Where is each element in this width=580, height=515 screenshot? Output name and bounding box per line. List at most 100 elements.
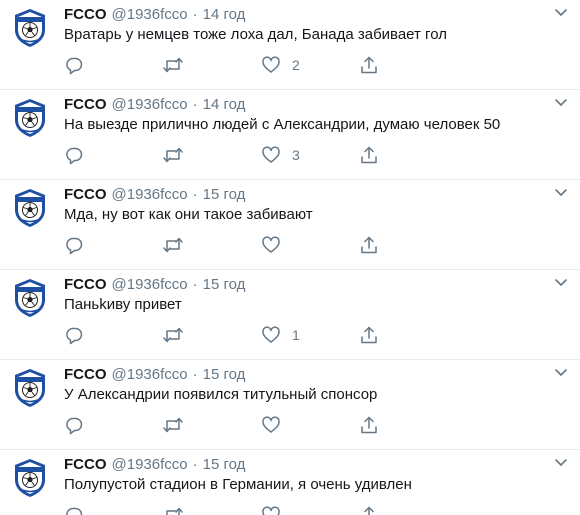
share-button[interactable] bbox=[359, 234, 379, 256]
tweet-header: FCCO @1936fcco · 15 год bbox=[64, 274, 245, 294]
separator-dot: · bbox=[192, 185, 198, 203]
chevron-down-icon[interactable] bbox=[554, 8, 568, 18]
tweet-time[interactable]: 15 год bbox=[203, 276, 246, 293]
author-name[interactable]: FCCO bbox=[64, 456, 107, 473]
reply-button[interactable] bbox=[64, 324, 95, 346]
retweet-button[interactable] bbox=[162, 504, 195, 515]
heart-icon bbox=[262, 56, 280, 73]
tweet-header: FCCO @1936fcco · 15 год bbox=[64, 454, 245, 474]
tweet[interactable]: FCCO @1936fcco · 15 год У Александрии по… bbox=[0, 360, 580, 450]
avatar[interactable] bbox=[10, 368, 50, 408]
avatar[interactable] bbox=[10, 188, 50, 228]
tweet[interactable]: FCCO @1936fcco · 15 год Полупустой стади… bbox=[0, 450, 580, 515]
retweet-icon bbox=[166, 507, 183, 515]
tweet-time[interactable]: 15 год bbox=[203, 456, 246, 473]
retweet-icon bbox=[163, 327, 183, 343]
reply-icon bbox=[66, 507, 83, 515]
author-handle[interactable]: @1936fcco bbox=[112, 366, 188, 383]
tweet-text: Вратарь у немцев тоже лоха дал, Банада з… bbox=[64, 26, 447, 43]
share-button[interactable] bbox=[359, 504, 379, 515]
club-crest-icon bbox=[15, 369, 45, 407]
tweet-text: Паньkиву привет bbox=[64, 296, 182, 313]
chevron-down-icon[interactable] bbox=[554, 188, 568, 198]
share-icon bbox=[361, 56, 377, 74]
avatar[interactable] bbox=[10, 98, 50, 138]
separator-dot: · bbox=[192, 455, 198, 473]
separator-dot: · bbox=[192, 275, 198, 293]
tweet[interactable]: FCCO @1936fcco · 15 год Паньkиву привет bbox=[0, 270, 580, 360]
author-name[interactable]: FCCO bbox=[64, 366, 107, 383]
tweet-text: Полупустой стадион в Германии, я очень у… bbox=[64, 476, 412, 493]
tweet-header: FCCO @1936fcco · 15 год bbox=[64, 364, 245, 384]
share-button[interactable] bbox=[359, 54, 379, 76]
reply-button[interactable] bbox=[64, 414, 95, 436]
share-icon bbox=[361, 146, 377, 164]
tweet-actions: 3 bbox=[64, 144, 404, 166]
tweet-header: FCCO @1936fcco · 14 год bbox=[64, 4, 245, 24]
tweet-actions bbox=[64, 414, 404, 436]
separator-dot: · bbox=[192, 5, 198, 23]
author-name[interactable]: FCCO bbox=[64, 276, 107, 293]
author-handle[interactable]: @1936fcco bbox=[112, 96, 188, 113]
separator-dot: · bbox=[192, 95, 198, 113]
tweet-time[interactable]: 14 год bbox=[203, 96, 246, 113]
chevron-down-icon[interactable] bbox=[554, 458, 568, 468]
author-handle[interactable]: @1936fcco bbox=[112, 456, 188, 473]
avatar[interactable] bbox=[10, 278, 50, 318]
avatar[interactable] bbox=[10, 8, 50, 48]
share-button[interactable] bbox=[359, 414, 379, 436]
retweet-icon bbox=[163, 147, 183, 163]
reply-button[interactable] bbox=[64, 54, 95, 76]
author-name[interactable]: FCCO bbox=[64, 186, 107, 203]
like-button[interactable]: 3 bbox=[261, 144, 300, 166]
retweet-icon bbox=[163, 237, 183, 253]
like-button[interactable]: 1 bbox=[261, 324, 300, 346]
like-button[interactable] bbox=[261, 234, 292, 256]
retweet-button[interactable] bbox=[162, 324, 195, 346]
avatar[interactable] bbox=[10, 458, 50, 498]
reply-button[interactable] bbox=[64, 504, 95, 515]
share-icon bbox=[361, 326, 377, 344]
reply-icon bbox=[66, 417, 83, 435]
share-icon bbox=[361, 416, 377, 434]
chevron-down-icon[interactable] bbox=[554, 278, 568, 288]
author-handle[interactable]: @1936fcco bbox=[112, 186, 188, 203]
tweet-actions bbox=[64, 234, 404, 256]
tweet[interactable]: FCCO @1936fcco · 14 год Вратарь у немцев… bbox=[0, 0, 580, 90]
author-name[interactable]: FCCO bbox=[64, 96, 107, 113]
heart-icon bbox=[262, 326, 280, 343]
share-button[interactable] bbox=[359, 324, 379, 346]
reply-button[interactable] bbox=[64, 144, 95, 166]
retweet-button[interactable] bbox=[162, 144, 195, 166]
chevron-down-icon[interactable] bbox=[554, 368, 568, 378]
tweet-text: У Александрии появился титульный спонсор bbox=[64, 386, 378, 403]
heart-icon bbox=[262, 146, 280, 163]
tweet-text: Мда, ну вот как они такое забивают bbox=[64, 206, 313, 223]
reply-button[interactable] bbox=[64, 234, 95, 256]
like-button[interactable] bbox=[261, 414, 292, 436]
share-icon bbox=[364, 506, 374, 515]
like-button[interactable] bbox=[261, 504, 292, 515]
tweet-header: FCCO @1936fcco · 15 год bbox=[64, 184, 245, 204]
retweet-button[interactable] bbox=[162, 54, 195, 76]
like-button[interactable]: 2 bbox=[261, 54, 300, 76]
club-crest-icon bbox=[15, 459, 45, 497]
reply-icon bbox=[66, 327, 83, 345]
author-handle[interactable]: @1936fcco bbox=[112, 6, 188, 23]
author-handle[interactable]: @1936fcco bbox=[112, 276, 188, 293]
tweet-time[interactable]: 15 год bbox=[203, 186, 246, 203]
share-button[interactable] bbox=[359, 144, 379, 166]
like-count: 3 bbox=[292, 147, 300, 163]
like-count: 1 bbox=[292, 327, 300, 343]
tweet-time[interactable]: 14 год bbox=[203, 6, 246, 23]
retweet-button[interactable] bbox=[162, 234, 195, 256]
retweet-icon bbox=[163, 57, 183, 73]
retweet-icon bbox=[163, 417, 183, 433]
tweet[interactable]: FCCO @1936fcco · 15 год Мда, ну вот как … bbox=[0, 180, 580, 270]
retweet-button[interactable] bbox=[162, 414, 195, 436]
tweet-time[interactable]: 15 год bbox=[203, 366, 246, 383]
author-name[interactable]: FCCO bbox=[64, 6, 107, 23]
club-crest-icon bbox=[15, 189, 45, 227]
chevron-down-icon[interactable] bbox=[554, 98, 568, 108]
tweet[interactable]: FCCO @1936fcco · 14 год На выезде прилич… bbox=[0, 90, 580, 180]
